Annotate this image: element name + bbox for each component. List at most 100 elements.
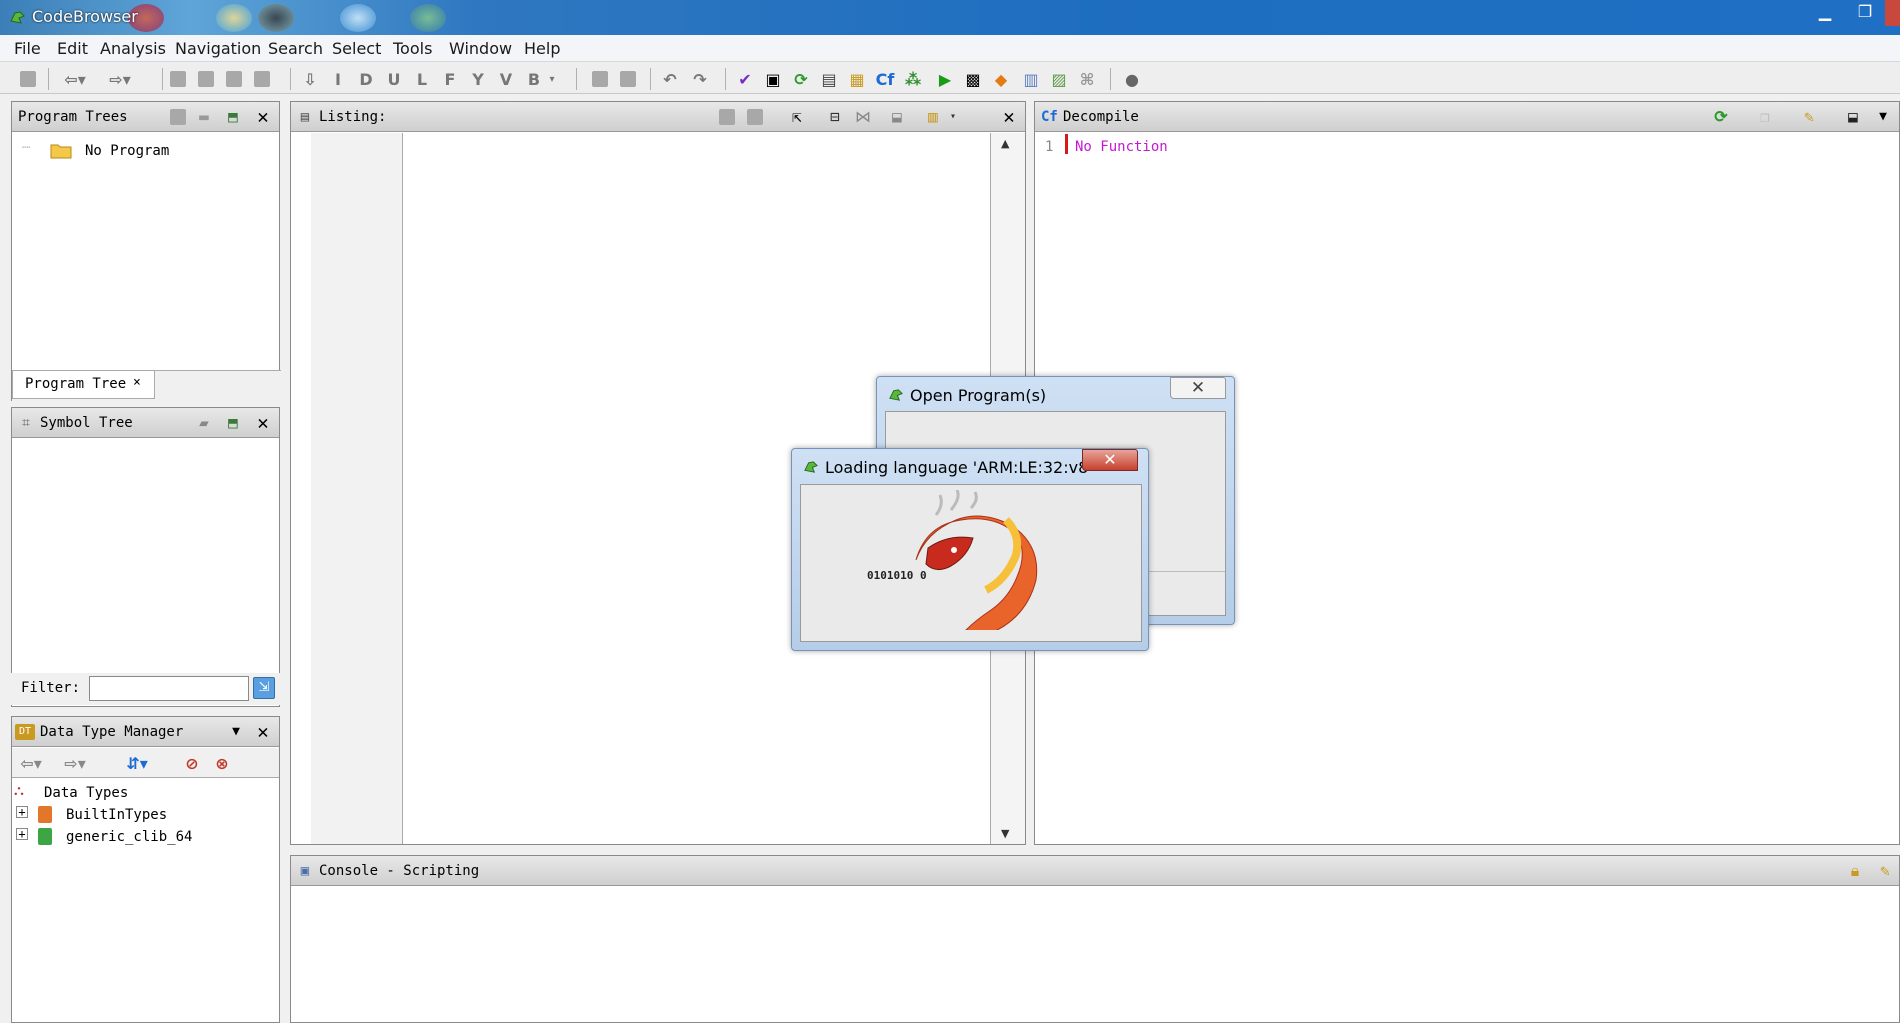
lock-icon[interactable]: 🔒︎	[1845, 861, 1865, 881]
clear-icon[interactable]: ✎	[1875, 861, 1895, 881]
edit-fields-icon[interactable]: ⊟	[825, 107, 845, 127]
dtm-toolbar: ⇦▾ ⇨▾ ⇵▾ ⊘ ⊗	[12, 748, 279, 778]
chevron-down-icon[interactable]: ▾	[546, 69, 558, 89]
nav-doc-icon[interactable]	[168, 69, 188, 89]
tree-connector: ┈	[22, 140, 31, 156]
script-manager-icon[interactable]: ▩	[963, 69, 983, 89]
chevron-down-icon[interactable]: ▼	[1873, 107, 1893, 127]
snapshot-icon[interactable]: ⬓	[887, 107, 907, 127]
close-window-button[interactable]	[1885, 0, 1900, 26]
filter-arrays-icon[interactable]: ⊘	[182, 753, 202, 773]
save-icon[interactable]	[18, 69, 38, 89]
header-format-icon[interactable]: ▥	[923, 107, 943, 127]
run-script-icon[interactable]: ▶	[935, 69, 955, 89]
edit-icon[interactable]: ✎	[1799, 107, 1819, 127]
next-bookmark-button[interactable]: B	[524, 69, 544, 89]
close-dialog-button[interactable]: ✕	[1082, 449, 1138, 471]
tree-node[interactable]: + BuiltInTypes	[16, 806, 276, 826]
snapshot-icon[interactable]: ⬓	[1843, 107, 1863, 127]
open-tree-icon[interactable]	[168, 107, 188, 127]
unlock-icon[interactable]	[618, 69, 638, 89]
maximize-button[interactable]: ❐	[1845, 0, 1885, 26]
next-nonfunction-button[interactable]: Y	[468, 69, 488, 89]
data-types-icon[interactable]: ▦	[847, 69, 867, 89]
next-data-button[interactable]: D	[356, 69, 376, 89]
scroll-down-icon[interactable]: ▼	[1001, 827, 1009, 840]
menu-select[interactable]: Select	[332, 39, 381, 58]
close-icon[interactable]: ✕	[999, 107, 1019, 127]
nav-doc-icon[interactable]	[252, 69, 272, 89]
check-icon[interactable]: ✔	[735, 69, 755, 89]
filter-pointers-icon[interactable]: ⊗	[212, 753, 232, 773]
tree-node[interactable]: + generic_clib_64	[16, 828, 276, 848]
export-icon[interactable]: ▨	[1049, 69, 1069, 89]
next-label-button[interactable]: L	[412, 69, 432, 89]
menu-window[interactable]: Window	[449, 39, 512, 58]
help-bubble-icon[interactable]: ●	[1122, 69, 1142, 89]
expand-icon[interactable]: +	[16, 806, 28, 818]
next-down-arrow-icon[interactable]: ⇩	[300, 69, 320, 89]
snapshot-icon[interactable]: ⬒	[223, 107, 243, 127]
symbol-tree-icon[interactable]: ◆	[991, 69, 1011, 89]
memory-map-icon[interactable]: ▣	[763, 69, 783, 89]
panel-header: Program Trees ▬ ⬒ ✕	[12, 102, 279, 132]
menu-file[interactable]: File	[14, 39, 41, 58]
expand-icon[interactable]: +	[16, 828, 28, 840]
forward-arrow-icon[interactable]: ⇨▾	[58, 753, 92, 773]
function-graph-icon[interactable]: ⁂	[903, 69, 923, 89]
menu-help[interactable]: Help	[524, 39, 560, 58]
decompiler-icon[interactable]: Cf	[875, 69, 895, 89]
copy-icon[interactable]: ❐	[1755, 107, 1775, 127]
back-arrow-icon[interactable]: ⇦▾	[60, 69, 90, 89]
scroll-up-icon[interactable]: ▲	[1001, 137, 1009, 150]
close-icon[interactable]: ✕	[253, 107, 273, 127]
chevron-down-icon[interactable]: ▼	[226, 722, 246, 742]
bytes-view-icon[interactable]: ▤	[819, 69, 839, 89]
console-icon: ▣	[300, 863, 310, 879]
copy-icon[interactable]	[717, 107, 737, 127]
toggle-mouse-icon[interactable]: ⋈	[853, 107, 873, 127]
dialog-title: Loading language 'ARM:LE:32:v8'	[825, 458, 1093, 477]
menu-navigation[interactable]: Navigation	[175, 39, 261, 58]
next-function-button[interactable]: F	[440, 69, 460, 89]
refresh-data-icon[interactable]: ⟳	[791, 69, 811, 89]
refresh-icon[interactable]: ⟳	[1711, 107, 1731, 127]
snapshot-icon[interactable]: ⬒	[223, 413, 243, 433]
tree-node[interactable]: ⛬ Data Types	[14, 783, 274, 804]
nav-doc-icon[interactable]	[224, 69, 244, 89]
undo-icon[interactable]: ↶	[660, 69, 680, 89]
minimize-button[interactable]: ▁	[1805, 0, 1845, 26]
filter-input[interactable]	[89, 676, 249, 701]
filter-options-icon[interactable]: ⇲	[253, 677, 275, 699]
next-undefined-button[interactable]: U	[384, 69, 404, 89]
menu-tools[interactable]: Tools	[393, 39, 432, 58]
next-instruction-button[interactable]: I	[328, 69, 348, 89]
menu-edit[interactable]: Edit	[57, 39, 88, 58]
table-icon[interactable]: ▥	[1021, 69, 1041, 89]
paste-icon[interactable]	[745, 107, 765, 127]
forward-arrow-icon[interactable]: ⇨▾	[105, 69, 135, 89]
close-icon[interactable]: ✕	[253, 413, 273, 433]
back-arrow-icon[interactable]: ⇦▾	[14, 753, 48, 773]
close-dialog-button[interactable]: ✕	[1170, 377, 1226, 399]
chevron-down-icon[interactable]: ▾	[943, 107, 963, 127]
lock-icon[interactable]	[590, 69, 610, 89]
menu-search[interactable]: Search	[268, 39, 323, 58]
nav-doc-icon[interactable]	[196, 69, 216, 89]
filter-row: Filter: ⇲	[11, 673, 280, 705]
next-value-button[interactable]: V	[496, 69, 516, 89]
open-archive-icon[interactable]: ⇵▾	[120, 753, 154, 773]
create-namespace-icon[interactable]: ▰	[194, 413, 214, 433]
tree-node[interactable]: ┈ No Program	[22, 140, 272, 162]
tree-icon[interactable]: ⌘	[1077, 69, 1097, 89]
tab-program-tree[interactable]: Program Tree ×	[12, 371, 155, 399]
decompile-output[interactable]: No Function	[1075, 139, 1168, 155]
redo-icon[interactable]: ↷	[690, 69, 710, 89]
cursor-icon[interactable]: ⇱	[787, 107, 807, 127]
tab-close-icon[interactable]: ×	[133, 375, 141, 390]
panel-title: Program Trees	[18, 109, 128, 125]
tab-strip: Program Tree ×	[12, 370, 281, 401]
menu-analysis[interactable]: Analysis	[100, 39, 166, 58]
folder-icon[interactable]: ▬	[194, 107, 214, 127]
close-icon[interactable]: ✕	[253, 722, 273, 742]
